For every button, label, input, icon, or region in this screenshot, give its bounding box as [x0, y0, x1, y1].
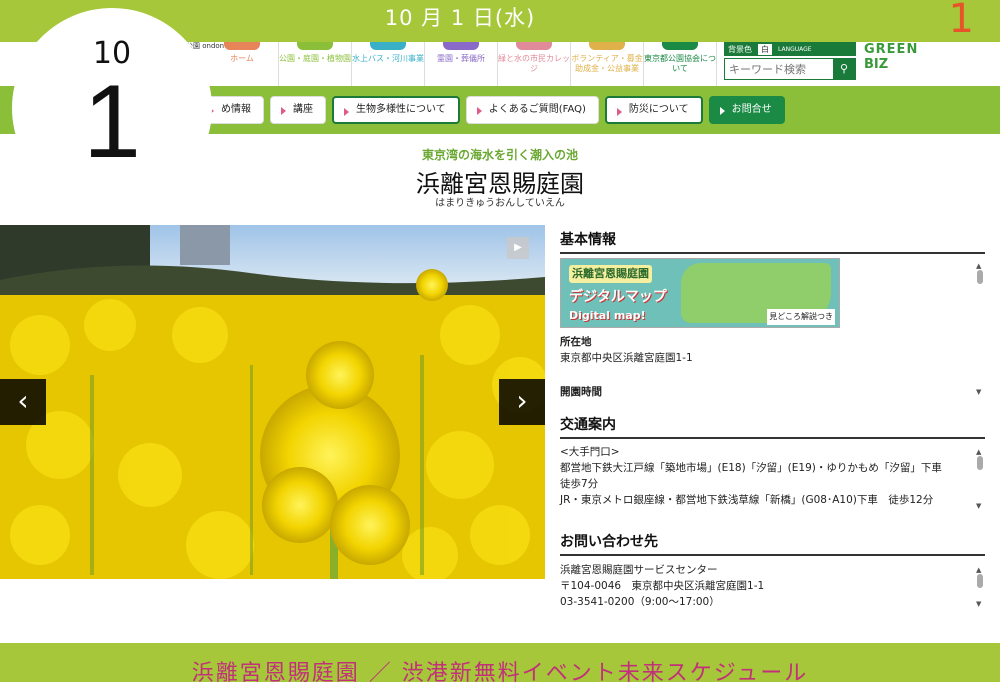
search-form: ⚲ [724, 58, 856, 80]
nav-item-icon [443, 42, 479, 50]
hours-label: 開園時間 [560, 386, 602, 398]
search-icon[interactable]: ⚲ [833, 59, 855, 79]
nav-item-icon [516, 42, 552, 50]
access-scrollbar[interactable]: ▲ ▼ [975, 444, 985, 514]
digital-map-banner[interactable]: 浜離宮恩賜庭園 デジタルマップ Digital map! 見どころ解説つき [560, 258, 840, 328]
main-nav-button[interactable]: 講座 [270, 96, 326, 124]
calendar-badge: 10 1 [12, 8, 212, 208]
scroll-down-icon[interactable]: ▼ [976, 384, 981, 400]
nav-item-icon [662, 42, 698, 50]
search-input[interactable] [725, 59, 833, 79]
nav-item-label: 東京都公園協会について [644, 54, 716, 73]
header-nav-item[interactable]: 水上バス・河川事業 [352, 42, 425, 86]
header-nav-item[interactable]: 緑と水の市民カレッジ [498, 42, 571, 86]
header-nav-item[interactable]: 公園・庭園・植物園 [279, 42, 352, 86]
nav-item-label: ホーム [230, 54, 254, 63]
access-gate: <大手門口> [560, 446, 620, 458]
location-label: 所在地 [560, 336, 592, 348]
nav-item-icon [370, 42, 406, 50]
nav-item-label: 緑と水の市民カレッジ [498, 54, 570, 73]
calendar-day: 1 [83, 64, 141, 180]
main-nav-button[interactable]: 防災について [604, 96, 703, 124]
scroll-down-icon[interactable]: ▼ [976, 498, 981, 514]
header-nav-item[interactable]: ボランティア・募金助成金・公益事業 [571, 42, 644, 86]
nav-item-icon [224, 42, 260, 50]
main-nav-button[interactable]: 生物多様性について [332, 96, 460, 124]
corner-number: 1 [948, 0, 974, 42]
nav-item-label: ボランティア・募金助成金・公益事業 [571, 54, 643, 73]
slider-next-button[interactable]: › [499, 379, 545, 425]
main-nav-button[interactable]: よくあるご質問(FAQ) [465, 96, 599, 124]
slider-play-button[interactable]: ▶ [507, 237, 529, 259]
contact-address: 〒104-0046 東京都中央区浜離宮庭園1-1 [560, 580, 765, 592]
bg-color-label: 背景色 [728, 44, 752, 54]
contact-name: 浜離宮恩賜庭園サービスセンター [560, 564, 718, 576]
green-biz-logo[interactable]: GREEN BIZ [864, 42, 917, 80]
nav-item-icon [297, 42, 333, 50]
header-nav-icons: ホーム 公園・庭園・植物園 水上バス・河川事業 霊園・葬儀所 緑と水の市民カレッジ ボラン… [206, 42, 717, 86]
nav-item-label: 水上バス・河川事業 [352, 54, 424, 63]
location-value: 東京都中央区浜離宮庭園1-1 [560, 352, 693, 364]
contact-panel[interactable]: 浜離宮恩賜庭園サービスセンター 〒104-0046 東京都中央区浜離宮庭園1-1… [560, 562, 985, 612]
nav-item-icon [589, 42, 625, 50]
contact-phone: 03-3541-0200（9:00～17:00） [560, 596, 720, 608]
bg-color-select[interactable]: 白 [758, 43, 772, 55]
basic-info-heading: 基本情報 [560, 229, 985, 254]
header-nav-item[interactable]: 東京都公園協会について [644, 42, 717, 86]
main-nav: め情報 講座 生物多様性について よくあるご質問(FAQ) 防災について お問合せ [198, 96, 785, 124]
basic-info-scrollbar[interactable]: ▲ ▼ [975, 258, 985, 400]
display-settings-bar: 背景色 白 LANGUAGE [724, 42, 856, 56]
access-line-2: 徒歩7分 [560, 478, 599, 490]
contact-scrollbar[interactable]: ▲ ▼ [975, 562, 985, 612]
header-nav-item[interactable]: 霊園・葬儀所 [425, 42, 498, 86]
access-line-3: JR・東京メトロ銀座線・都営地下鉄浅草線「新橋」(G08･A10)下車 徒歩12… [560, 494, 934, 506]
access-panel[interactable]: <大手門口> 都営地下鉄大江戸線「築地市場」(E18)「汐留」(E19)・ゆりか… [560, 444, 985, 514]
scroll-down-icon[interactable]: ▼ [976, 596, 981, 612]
bottom-caption: 浜離宮恩賜庭園 ／ 渋港新無料イベント未来スケジュール [191, 661, 809, 682]
access-line-1: 都営地下鉄大江戸線「築地市場」(E18)「汐留」(E19)・ゆりかもめ「汐留」下… [560, 462, 942, 474]
nav-item-label: 霊園・葬儀所 [437, 54, 485, 63]
nav-item-label: 公園・庭園・植物園 [279, 54, 351, 63]
language-icon[interactable]: LANGUAGE [778, 46, 812, 53]
photo-slider[interactable]: ‹ › ▶ [0, 225, 545, 579]
main-nav-button[interactable]: お問合せ [708, 96, 785, 124]
basic-info-panel[interactable]: 浜離宮恩賜庭園 デジタルマップ Digital map! 見どころ解説つき 所在… [560, 258, 985, 400]
rapeseed-flower-photo [0, 225, 545, 579]
header-nav-item[interactable]: ホーム [206, 42, 279, 86]
slider-prev-button[interactable]: ‹ [0, 379, 46, 425]
contact-heading: お問い合わせ先 [560, 531, 985, 556]
access-heading: 交通案内 [560, 414, 985, 439]
